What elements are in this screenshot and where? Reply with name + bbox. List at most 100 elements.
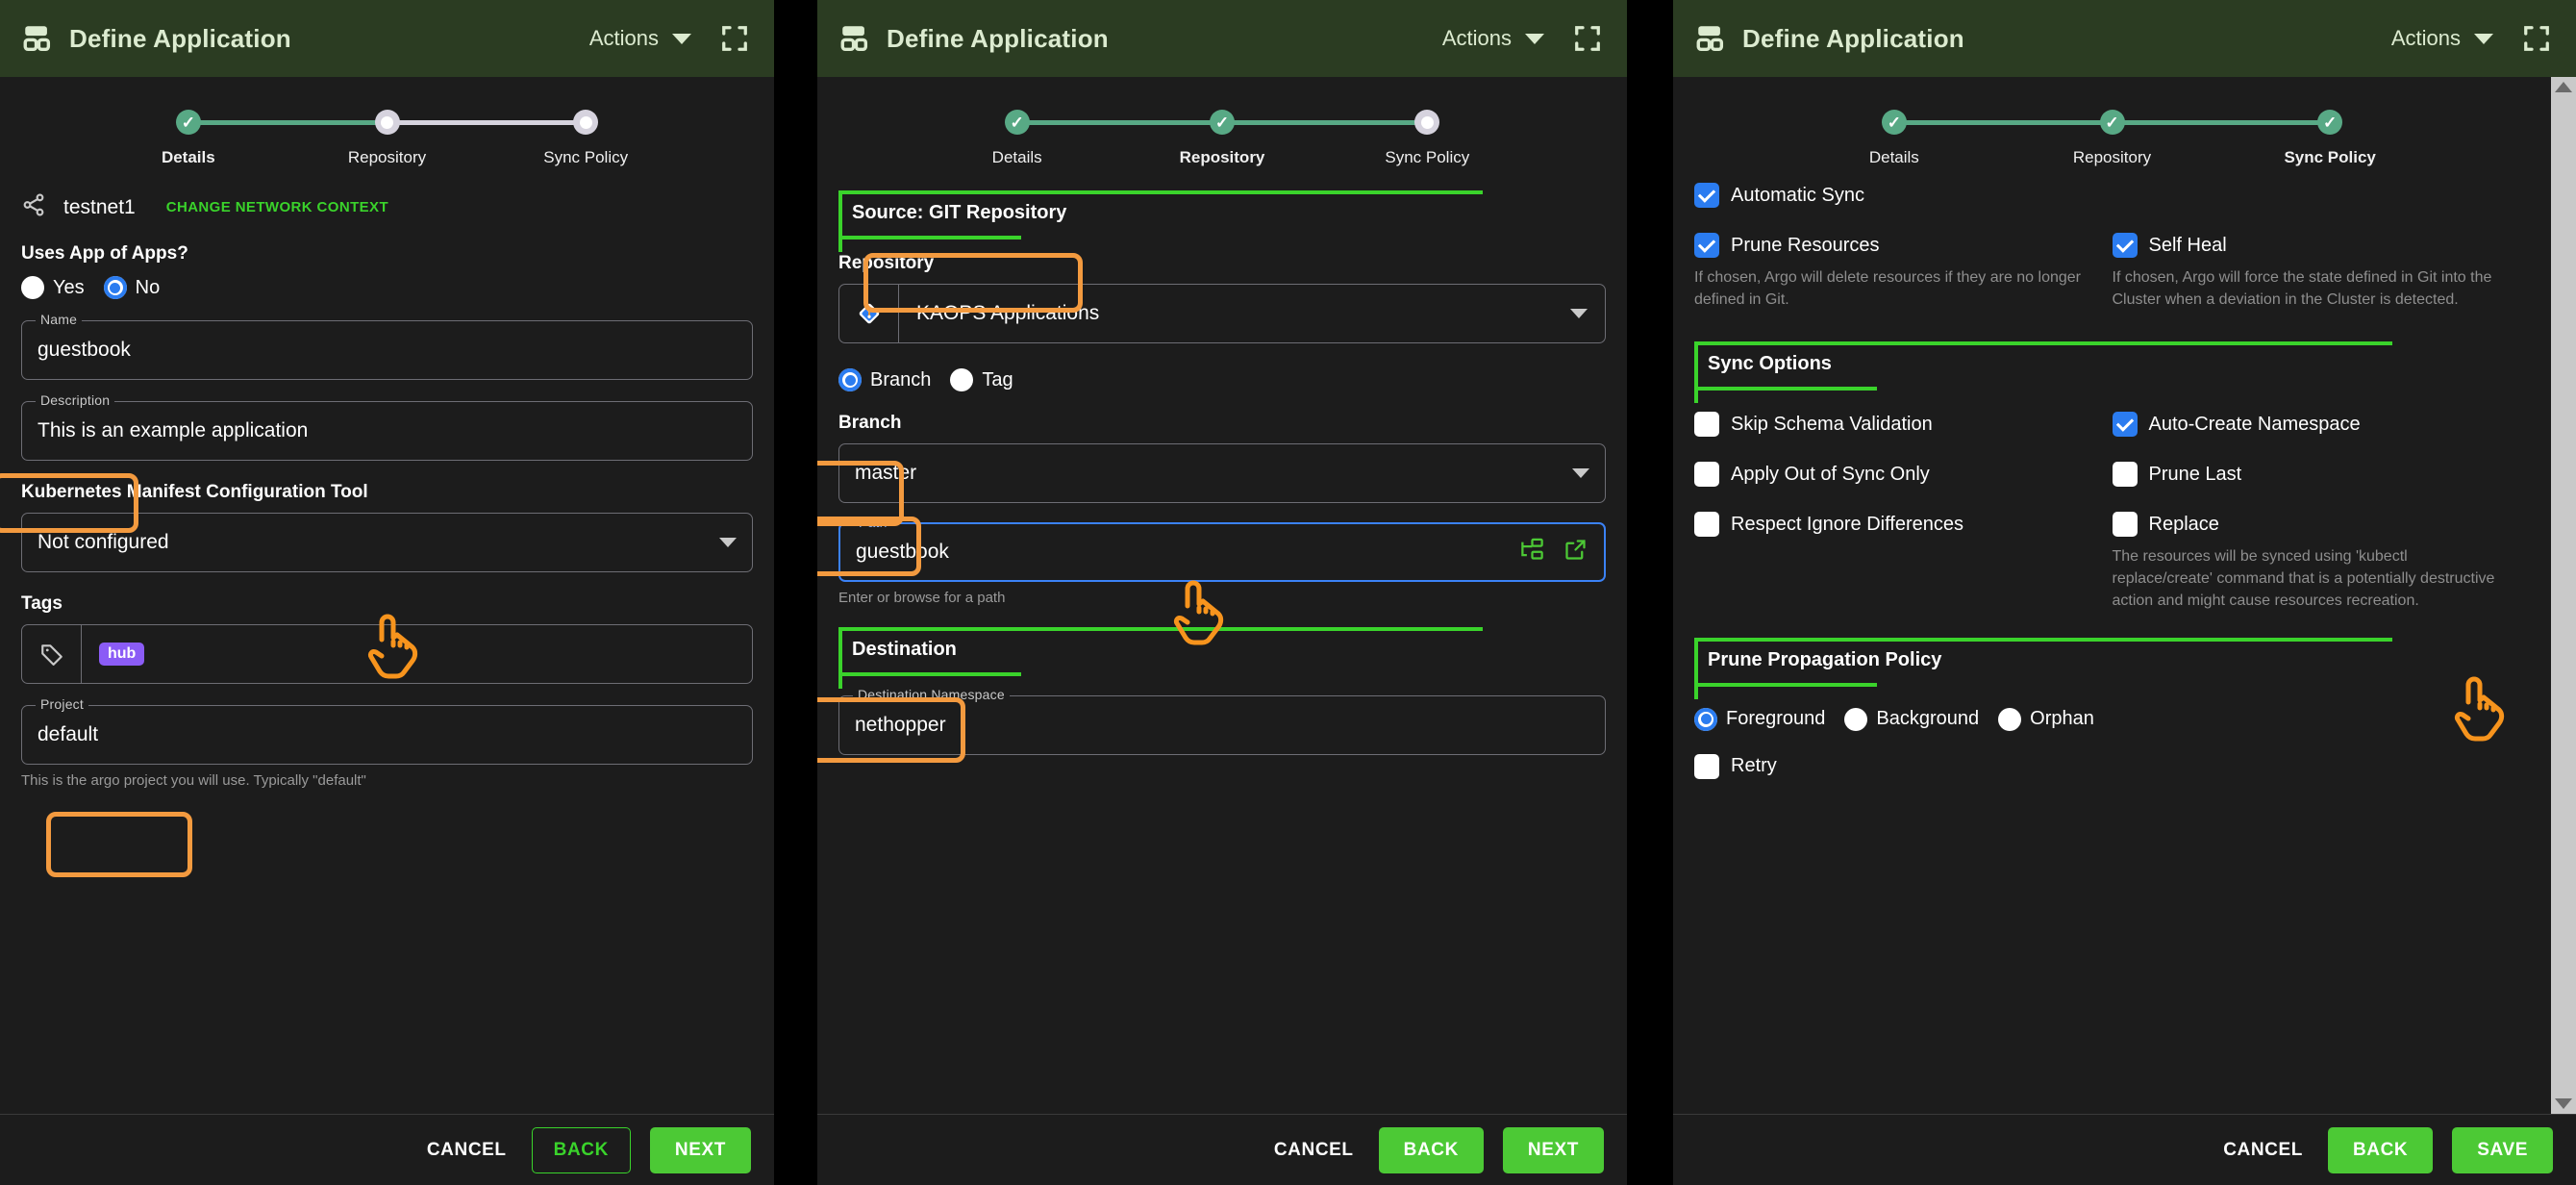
checkbox-checked-icon[interactable] [1694,233,1719,258]
step-sync-policy[interactable]: ✓ Sync Policy [2221,110,2439,167]
scroll-up-arrow-icon[interactable] [2555,82,2572,92]
checkbox-icon[interactable] [1694,412,1719,438]
cancel-button[interactable]: CANCEL [1268,1130,1360,1171]
automatic-sync-row[interactable]: Automatic Sync [1694,183,2530,208]
self-heal-row[interactable]: Self Heal [2112,233,2531,258]
application-icon [1694,22,1727,55]
step-details[interactable]: ✓ Details [1786,110,2004,167]
radio-branch[interactable]: Branch [838,368,931,391]
open-external-icon[interactable] [1563,537,1588,567]
save-button[interactable]: SAVE [2452,1126,2553,1173]
scrollbar-thumb[interactable] [2551,92,2576,1098]
checkbox-icon[interactable] [1694,753,1719,779]
stepper-connector-2 [2112,120,2331,125]
radio-no[interactable]: No [103,276,160,299]
manifest-tool-value: Not configured [38,531,169,553]
step-details[interactable]: ✓ Details [89,110,288,167]
name-field[interactable]: Name guestbook [21,312,753,380]
step-details[interactable]: ✓ Details [914,110,1119,167]
checkbox-icon[interactable] [2112,512,2138,538]
back-button[interactable]: BACK [531,1126,631,1173]
vertical-scrollbar[interactable] [2551,77,2576,1114]
manifest-tool-label: Kubernetes Manifest Configuration Tool [21,482,368,502]
checkbox-icon[interactable] [1694,462,1719,488]
tags-chip-area[interactable]: hub [82,643,752,666]
chevron-down-icon [719,538,737,547]
prune-propagation-label: Prune Propagation Policy [1708,648,1942,670]
checkbox-checked-icon[interactable] [2112,233,2138,258]
panel-divider-1 [774,0,817,1185]
change-network-context-link[interactable]: CHANGE NETWORK CONTEXT [166,199,388,215]
step-repository[interactable]: ✓ Repository [1119,110,1324,167]
browse-tree-icon[interactable] [1519,537,1545,567]
next-button[interactable]: NEXT [1502,1126,1604,1173]
panel-3-body: ✓ Details ✓ Repository ✓ Sync Policy Aut… [1673,77,2576,1114]
annotation-tag-chip [46,812,192,877]
sync-options-grid: Skip Schema Validation Apply Out of Sync… [1694,412,2530,612]
prune-resources-row[interactable]: Prune Resources [1694,233,2113,258]
cancel-button[interactable]: CANCEL [2217,1130,2309,1171]
sync-option-skip-schema-validation[interactable]: Skip Schema Validation [1694,412,2113,438]
description-field[interactable]: Description This is an example applicati… [21,392,753,461]
project-field-value: default [38,723,99,745]
title-bar-1: Define Application Actions [0,0,774,77]
replace-description: The resources will be synced using 'kube… [2112,548,2495,609]
share-nodes-icon [21,192,46,222]
sync-option-prune-last[interactable]: Prune Last [2112,462,2531,488]
tags-input[interactable]: hub [21,624,753,684]
annot-line-top [1694,341,2392,346]
radio-circle-selected-icon [103,276,127,299]
chevron-down-icon[interactable] [2474,33,2493,44]
chevron-down-icon[interactable] [672,33,691,44]
radio-orphan[interactable]: Orphan [1998,707,2094,731]
back-button[interactable]: BACK [2327,1126,2434,1173]
step-sync-policy[interactable]: Sync Policy [487,110,686,167]
sync-option-replace[interactable]: Replace [2112,512,2531,538]
checkbox-icon[interactable] [2112,462,2138,488]
checkbox-checked-icon[interactable] [2112,412,2138,438]
repository-value: KAOPS Applications [916,302,1100,324]
repository-value-area[interactable]: KAOPS Applications [899,302,1570,325]
step-repository[interactable]: ✓ Repository [2003,110,2221,167]
cancel-button[interactable]: CANCEL [421,1130,513,1171]
retry-row[interactable]: Retry [1694,753,2530,779]
sync-option-apply-out-of-sync-only[interactable]: Apply Out of Sync Only [1694,462,2113,488]
path-field[interactable]: Path guestbook [838,515,1606,582]
next-button[interactable]: NEXT [649,1126,751,1173]
project-helper-text: This is the argo project you will use. T… [21,772,366,789]
step-dot-done-icon: ✓ [2317,110,2343,135]
radio-foreground[interactable]: Foreground [1694,707,1825,731]
branch-select[interactable]: master [838,443,1606,503]
chevron-down-icon[interactable] [1525,33,1544,44]
sync-option-respect-ignore-differences[interactable]: Respect Ignore Differences [1694,512,2113,538]
radio-background[interactable]: Background [1844,707,1979,731]
window-title: Define Application [69,23,291,53]
radio-yes[interactable]: Yes [21,276,85,299]
prune-resources-label: Prune Resources [1731,234,1880,256]
actions-menu-label[interactable]: Actions [589,26,659,51]
sync-option-auto-create-namespace[interactable]: Auto-Create Namespace [2112,412,2531,438]
annot-line-top [1694,637,2392,642]
fullscreen-icon[interactable] [1573,24,1602,53]
path-field-legend: Path [854,515,892,530]
project-field[interactable]: Project default [21,696,753,765]
actions-menu-label[interactable]: Actions [1442,26,1512,51]
step-repository[interactable]: Repository [288,110,487,167]
fullscreen-icon[interactable] [720,24,749,53]
actions-menu-label[interactable]: Actions [2391,26,2461,51]
stepper-connector-1 [1893,120,2113,125]
tag-chip[interactable]: hub [99,643,145,666]
repository-select[interactable]: KAOPS Applications [838,284,1606,343]
checkbox-icon[interactable] [1694,512,1719,538]
back-button[interactable]: BACK [1378,1126,1484,1173]
chevron-down-icon[interactable] [1570,309,1588,318]
chevron-down-icon[interactable] [1572,468,1589,478]
radio-tag[interactable]: Tag [950,368,1013,391]
scroll-down-arrow-icon[interactable] [2555,1098,2572,1109]
fullscreen-icon[interactable] [2522,24,2551,53]
step-sync-policy[interactable]: Sync Policy [1325,110,1530,167]
stepper-connector-1 [188,120,388,125]
manifest-tool-select[interactable]: Not configured [21,513,753,572]
checkbox-checked-icon[interactable] [1694,183,1719,208]
destination-namespace-field[interactable]: Destination Namespace nethopper [838,687,1606,755]
